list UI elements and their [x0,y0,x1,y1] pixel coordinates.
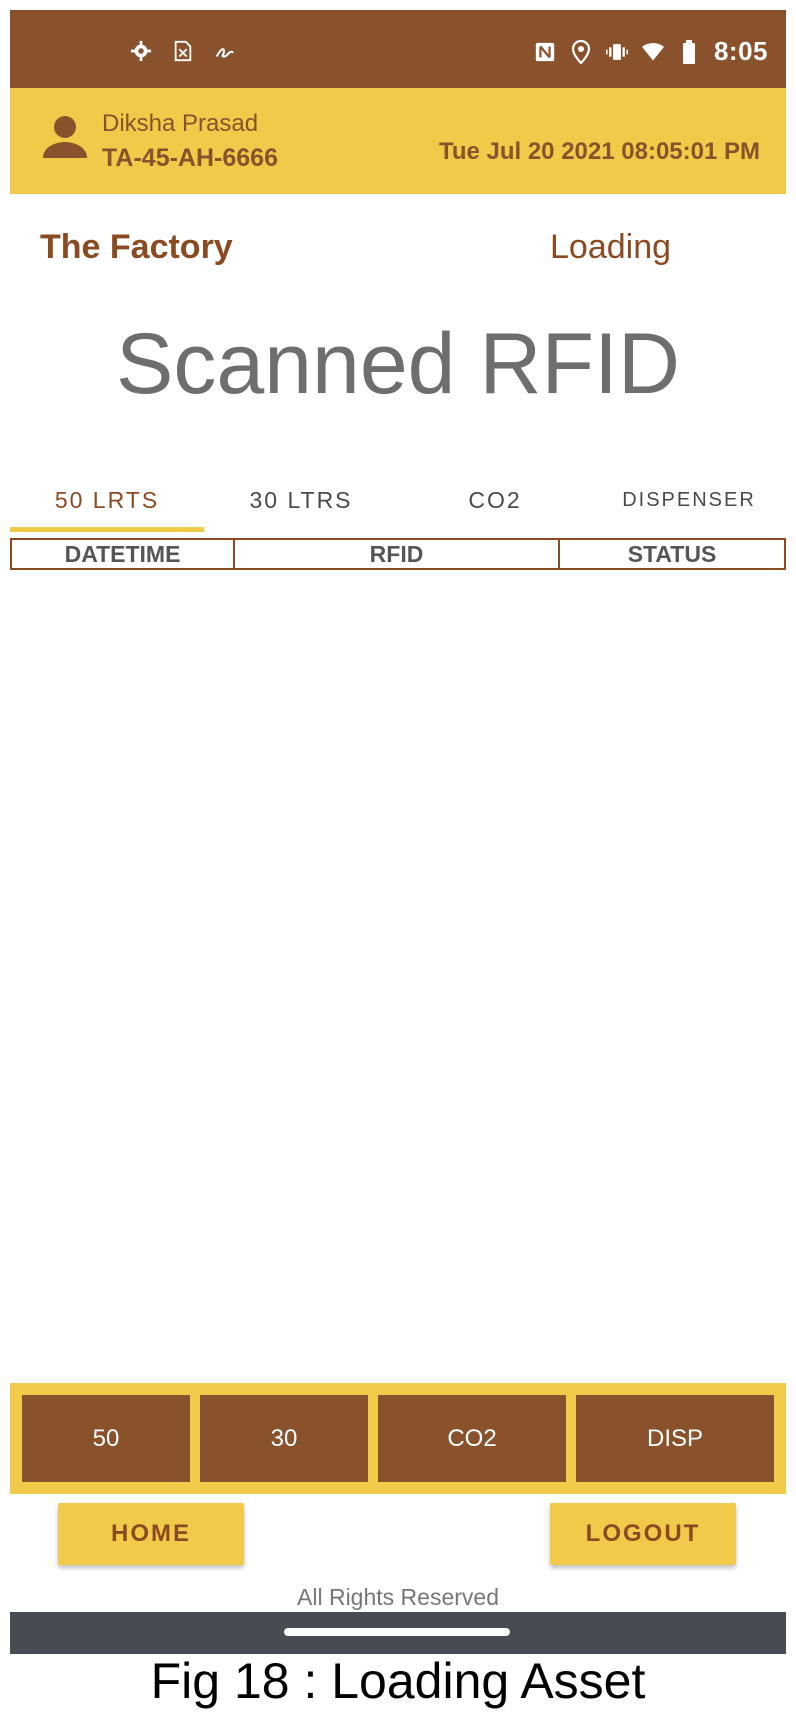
location-name: The Factory [40,228,233,266]
location-icon [570,39,592,64]
wifi-icon [641,41,664,63]
tab-dispenser[interactable]: DISPENSER [592,472,786,540]
tab-co2[interactable]: CO2 [398,472,592,540]
current-datetime: Tue Jul 20 2021 08:05:01 PM [438,138,760,165]
logout-button[interactable]: LOGOUT [550,1503,736,1565]
asset-tabs: 50 LRTS 30 LTRS CO2 DISPENSER [10,472,786,540]
user-name: Diksha Prasad [102,110,259,137]
column-datetime: DATETIME [10,538,235,570]
footer-text: All Rights Reserved [297,1584,499,1610]
figure-caption: Fig 18 : Loading Asset [150,1653,646,1709]
home-gesture-handle[interactable] [284,1628,510,1636]
nfc-icon [534,41,556,63]
page-title: Scanned RFID [115,316,681,412]
settings-icon [130,40,152,62]
asset-co2-button[interactable]: CO2 [378,1395,566,1482]
signature-icon [214,40,236,62]
column-rfid: RFID [235,538,560,570]
asset-30-button[interactable]: 30 [200,1395,368,1482]
asset-button-bar: 50 30 CO2 DISP [10,1383,786,1494]
home-button[interactable]: HOME [58,1503,244,1565]
asset-50-button[interactable]: 50 [22,1395,190,1482]
person-icon [40,112,90,162]
sim-card-icon [172,40,194,62]
asset-disp-button[interactable]: DISP [576,1395,774,1482]
app-screen: 8:05 Diksha Prasad TA-45-AH-6666 Tue Jul… [10,10,786,1654]
vibrate-icon [605,41,628,63]
battery-icon [678,39,700,64]
user-vehicle-id: TA-45-AH-6666 [102,144,278,172]
tab-50-lrts[interactable]: 50 LRTS [10,472,204,540]
tab-30-ltrs[interactable]: 30 LTRS [204,472,398,540]
operation-mode: Loading [550,228,672,266]
system-nav-bar [10,1612,786,1654]
column-status: STATUS [560,538,786,570]
status-time: 8:05 [713,36,768,66]
user-header: Diksha Prasad TA-45-AH-6666 Tue Jul 20 2… [10,88,786,194]
status-bar: 8:05 [10,10,786,88]
rfid-table-header: DATETIME RFID STATUS [10,538,786,570]
